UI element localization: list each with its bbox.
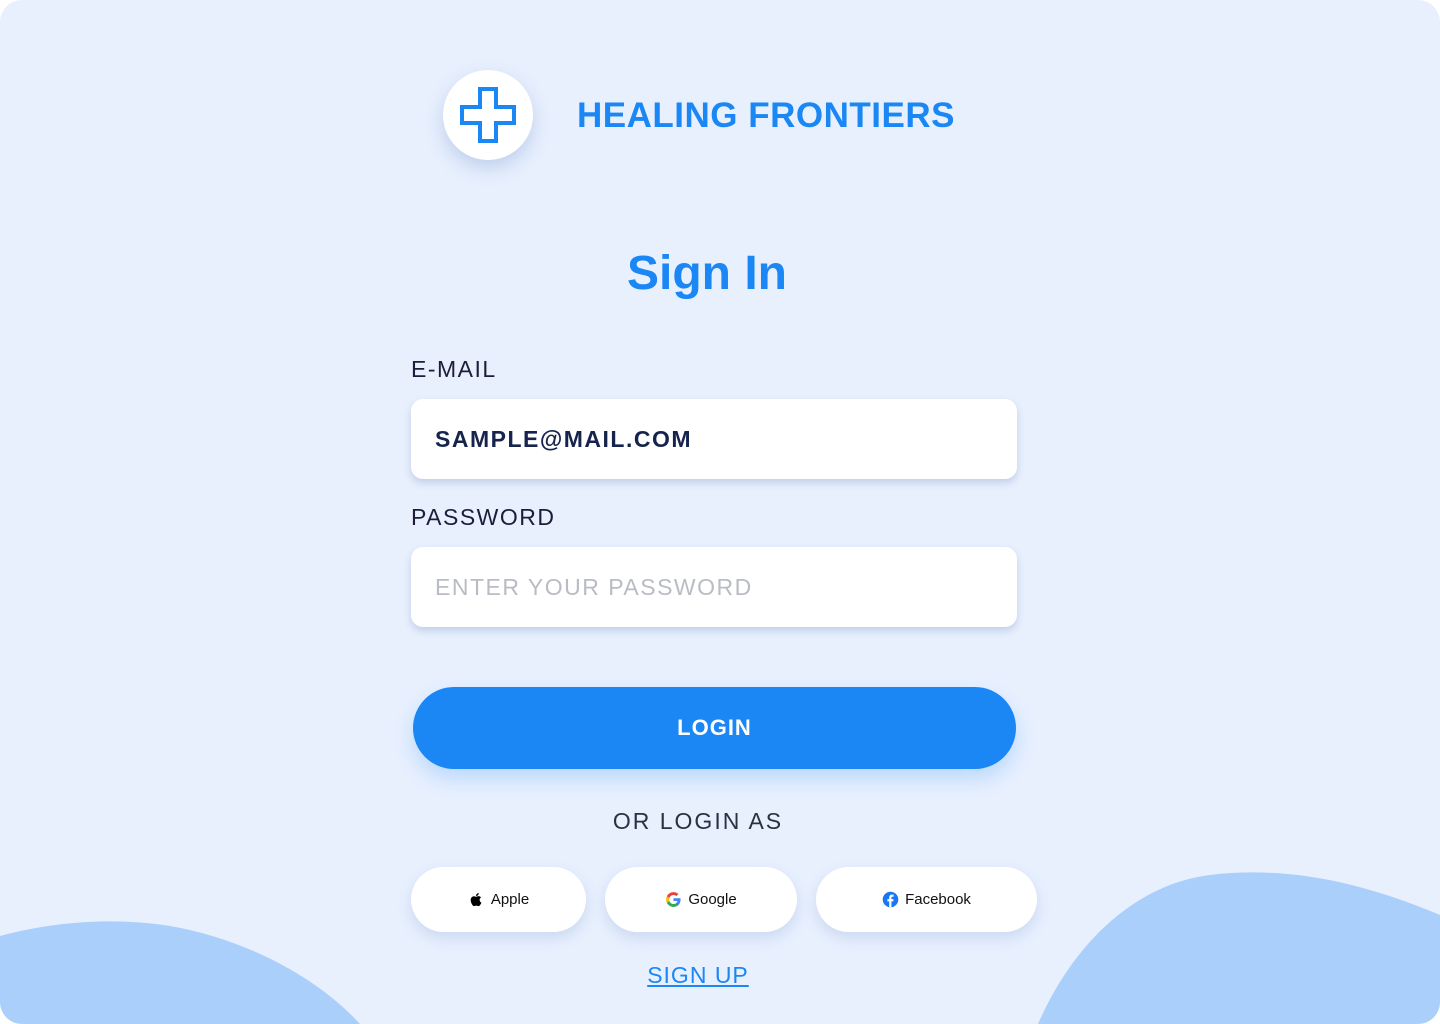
apple-login-label: Apple bbox=[490, 891, 530, 908]
apple-icon bbox=[470, 893, 482, 907]
facebook-login-label: Facebook bbox=[905, 891, 971, 908]
sign-in-screen: HEALING FRONTIERS Sign In E-MAIL PASSWOR… bbox=[0, 0, 1440, 1024]
email-field[interactable] bbox=[435, 425, 993, 453]
decorative-wave-right bbox=[1038, 872, 1440, 1024]
google-icon bbox=[666, 892, 681, 907]
email-field-container bbox=[411, 399, 1017, 479]
password-field-container bbox=[411, 547, 1017, 627]
brand-name: HEALING FRONTIERS bbox=[577, 96, 955, 135]
medical-cross-icon bbox=[460, 87, 516, 143]
facebook-login-button[interactable]: Facebook bbox=[816, 867, 1037, 932]
sign-up-link[interactable]: SIGN UP bbox=[598, 962, 798, 989]
page-title: Sign In bbox=[627, 247, 787, 300]
apple-login-button[interactable]: Apple bbox=[411, 867, 586, 932]
email-label: E-MAIL bbox=[411, 356, 497, 382]
login-button[interactable]: LOGIN bbox=[413, 687, 1016, 769]
password-label: PASSWORD bbox=[411, 504, 556, 530]
decorative-wave-left bbox=[0, 921, 360, 1024]
alt-login-text: OR LOGIN AS bbox=[612, 808, 784, 834]
password-field[interactable] bbox=[435, 573, 993, 601]
google-login-button[interactable]: Google bbox=[605, 867, 797, 932]
brand-logo bbox=[443, 70, 533, 160]
facebook-icon bbox=[882, 891, 899, 908]
google-login-label: Google bbox=[688, 891, 737, 908]
